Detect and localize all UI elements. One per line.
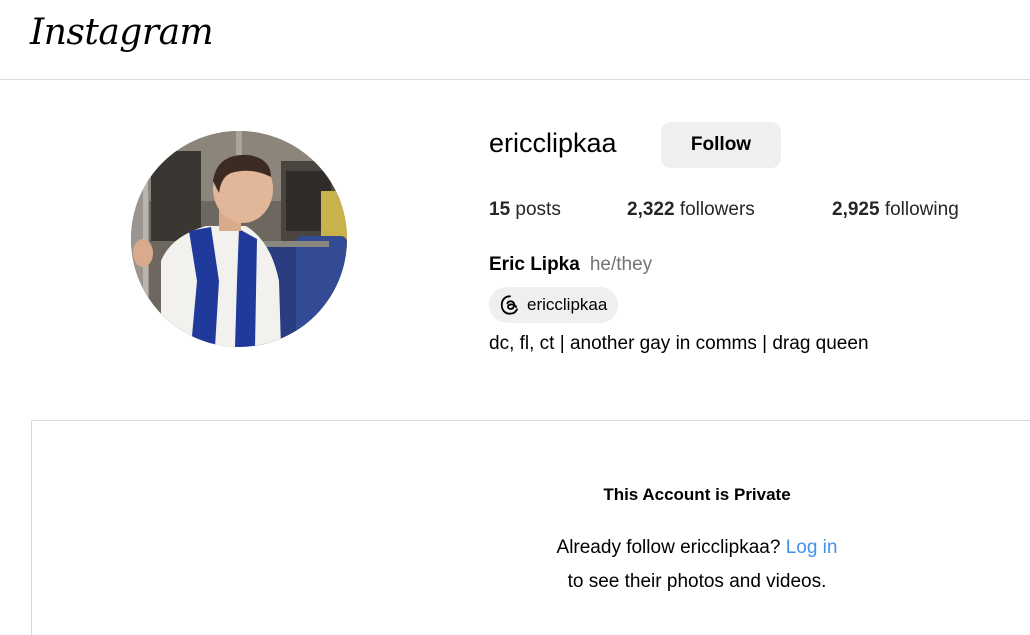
posts-count: 15 posts [489, 199, 561, 221]
threads-handle: ericclipkaa [527, 295, 608, 314]
top-bar: Instagram [0, 0, 1030, 80]
followers-count[interactable]: 2,322 followers [627, 199, 755, 221]
following-label: following [884, 199, 959, 220]
threads-icon [499, 294, 521, 316]
followers-label: followers [679, 199, 755, 220]
private-account-panel [31, 420, 1030, 635]
profile-username: ericclipkaa [489, 128, 617, 158]
follow-button[interactable]: Follow [661, 122, 781, 168]
profile-avatar[interactable] [131, 131, 347, 347]
profile-bio: dc, fl, ct | another gay in comms | drag… [489, 333, 869, 354]
instagram-logo[interactable]: Instagram [30, 12, 214, 53]
posts-label: posts [515, 199, 561, 220]
following-count[interactable]: 2,925 following [832, 199, 959, 221]
posts-count-value: 15 [489, 199, 511, 220]
private-account-subtext: to see their photos and videos. [567, 571, 827, 592]
name-row: Eric Lipka he/they [489, 254, 652, 276]
following-count-value: 2,925 [832, 199, 880, 220]
threads-link[interactable]: ericclipkaa [489, 287, 619, 323]
full-name: Eric Lipka [489, 254, 580, 275]
private-account-title: This Account is Private [603, 485, 791, 504]
pronouns: he/they [589, 254, 653, 275]
login-link[interactable]: Log in [786, 537, 838, 558]
private-account-message: Already follow ericclipkaa? Log in [0, 537, 1030, 559]
followers-count-value: 2,322 [627, 199, 675, 220]
private-message-prefix: Already follow ericclipkaa? [556, 537, 781, 558]
